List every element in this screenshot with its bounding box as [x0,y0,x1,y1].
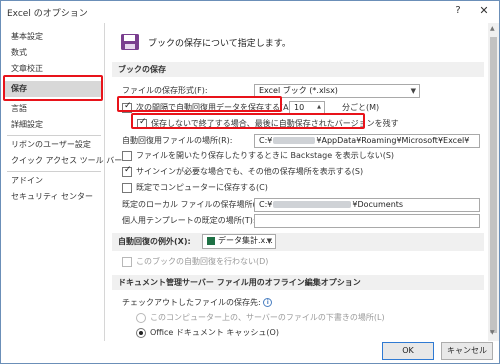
save-disk-icon [121,34,139,50]
section-offline-editing: ドキュメント管理サーバー ファイル用のオフライン編集オプション [112,275,484,290]
exception-workbook-name: データ集計.x... [218,236,273,245]
default-local-location-input[interactable]: C:¥ ¥Documents [254,198,480,212]
save-highlight-box [3,75,103,101]
sidebar-item-advanced[interactable]: 詳細設定 [11,117,103,133]
section-save-workbooks: ブックの保存 [112,62,484,77]
sidebar-divider [7,171,101,172]
scroll-down-icon[interactable]: ▼ [490,329,495,336]
excel-options-dialog: Excel のオプション ? ✕ 基本設定 数式 文章校正 保存 言語 詳細設定… [0,0,500,364]
autorecover-exception-label: 自動回復の例外(X): [118,237,191,246]
show-other-locations-checkbox[interactable] [122,165,132,177]
autorecover-location-label: 自動回復用ファイルの場所(R): [122,136,233,145]
interval-value: 10 [294,103,305,112]
path-suffix: ¥AppData¥Roaming¥Microsoft¥Excel¥ [316,136,470,145]
sidebar-divider [7,135,101,136]
keep-last-highlight-box [131,113,365,129]
scroll-thumb[interactable] [490,37,497,333]
info-icon: i [263,298,273,307]
no-backstage-checkbox[interactable] [122,151,132,161]
path-prefix: C:¥ [259,200,273,209]
save-format-value: Excel ブック (*.xlsx) [259,86,338,95]
sidebar-item-addins[interactable]: アドイン [11,173,103,189]
chevron-down-icon: ▼ [410,87,416,95]
help-button[interactable]: ? [449,3,467,19]
content-scrollbar[interactable]: ▲ ▼ [488,23,499,341]
personal-template-label: 個人用テンプレートの既定の場所(T): [122,216,256,225]
sidebar: 基本設定 数式 文章校正 保存 言語 詳細設定 リボンのユーザー設定 クイック … [1,23,122,341]
autorecover-highlight-box [117,96,282,112]
show-other-locations-label: サインインが必要な場合でも、その他の保存場所を表示する(S) [136,167,364,176]
disable-autorecover-label: このブックの自動回復を行わない(D) [136,257,269,266]
redacted-username [273,201,352,208]
section-autorecover-exceptions: 自動回復の例外(X): [112,233,484,251]
save-to-computer-label: 既定でコンピューターに保存する(C) [136,183,268,192]
content-panel: ブックの保存について指定します。 ブックの保存 ファイルの保存形式(F): Ex… [106,23,488,341]
ok-button[interactable]: OK [382,342,434,360]
window-title: Excel のオプション [7,9,88,19]
disable-autorecover-checkbox[interactable] [122,257,132,267]
no-backstage-label: ファイルを開いたり保存したりするときに Backstage を表示しない(S) [136,151,395,160]
close-button[interactable]: ✕ [475,3,493,19]
sidebar-item-customize-ribbon[interactable]: リボンのユーザー設定 [11,137,103,153]
path-suffix: ¥Documents [352,200,404,209]
radio-server-drafts[interactable] [136,313,146,323]
default-local-location-label: 既定のローカル ファイルの保存場所(I): [122,200,264,209]
sidebar-item-general[interactable]: 基本設定 [11,29,103,45]
checkout-location-label: チェックアウトしたファイルの保存先: i [122,297,273,309]
path-prefix: C:¥ [259,136,273,145]
chevron-down-icon: ▼ [266,237,272,245]
radio-office-cache-label: Office ドキュメント キャッシュ(O) [150,328,279,337]
excel-workbook-icon [207,236,215,245]
checkout-location-text: チェックアウトしたファイルの保存先: [122,298,261,307]
redacted-username [273,137,316,144]
scroll-up-icon[interactable]: ▲ [490,25,495,32]
sidebar-item-language[interactable]: 言語 [11,101,103,117]
sidebar-item-quick-access[interactable]: クイック アクセス ツール バー [11,153,122,169]
sidebar-item-trust-center[interactable]: セキュリティ センター [11,189,103,205]
sidebar-item-formulas[interactable]: 数式 [11,45,103,61]
save-to-computer-checkbox[interactable] [122,183,132,193]
autorecover-exception-select[interactable]: データ集計.x... ▼ [202,234,276,249]
cancel-button[interactable]: キャンセル [441,342,493,360]
radio-server-drafts-label: このコンピューター上の、サーバーのファイルの下書きの場所(L) [150,313,385,322]
dialog-footer: OK キャンセル [1,341,499,363]
page-header: ブックの保存について指定します。 [148,39,291,49]
radio-office-cache[interactable] [136,328,146,338]
autorecover-location-input[interactable]: C:¥ ¥AppData¥Roaming¥Microsoft¥Excel¥ [254,134,480,148]
title-bar: Excel のオプション ? ✕ [1,1,499,23]
personal-template-input[interactable] [254,214,480,228]
